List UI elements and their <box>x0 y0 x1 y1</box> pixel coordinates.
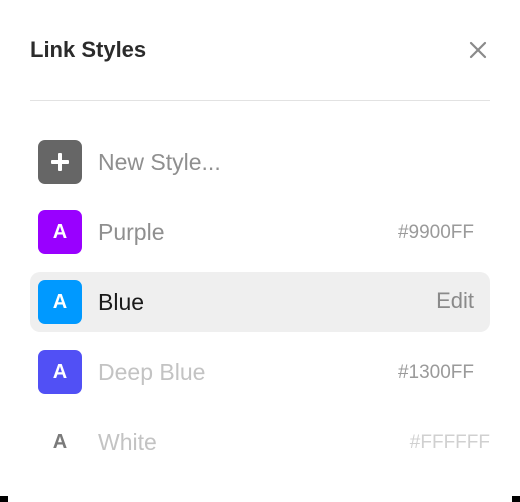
swatch-letter: A <box>52 290 68 313</box>
style-name: White <box>98 429 157 455</box>
style-hex-value: #1300FF <box>397 362 474 383</box>
style-name: Purple <box>98 219 165 245</box>
link-styles-panel: Link Styles New Style... A Purple #9900F… <box>0 0 520 502</box>
style-row-deep-blue[interactable]: A Deep Blue #1300FF <box>30 342 490 402</box>
link-style-list: New Style... A Purple #9900FF A Blue Edi… <box>30 132 490 482</box>
style-row-purple[interactable]: A Purple #9900FF <box>30 202 490 262</box>
swatch-letter: A <box>52 360 68 383</box>
corner-mark-right <box>512 496 520 502</box>
new-style-swatch <box>38 140 82 184</box>
style-swatch-white: A <box>38 420 82 464</box>
style-name: Blue <box>98 289 145 315</box>
style-row-blue[interactable]: A Blue Edit <box>30 272 490 332</box>
panel-header: Link Styles <box>30 30 490 70</box>
close-button[interactable] <box>466 38 490 62</box>
style-swatch-deep-blue: A <box>38 350 82 394</box>
style-hex-value: #FFFFFF <box>409 432 490 453</box>
panel-title: Link Styles <box>30 37 147 62</box>
header-divider <box>30 100 490 101</box>
plus-icon <box>51 153 69 171</box>
style-swatch-blue: A <box>38 280 82 324</box>
swatch-letter: A <box>52 220 68 243</box>
swatch-letter: A <box>52 430 68 453</box>
style-row-white[interactable]: A White #FFFFFF <box>30 412 490 472</box>
close-icon <box>469 41 487 59</box>
new-style-label: New Style... <box>98 149 221 175</box>
style-name: Deep Blue <box>98 359 206 385</box>
style-swatch-purple: A <box>38 210 82 254</box>
new-style-button[interactable]: New Style... <box>30 132 490 192</box>
edit-style-button[interactable]: Edit <box>436 290 474 312</box>
style-hex-value: #9900FF <box>397 222 474 243</box>
corner-mark-left <box>0 496 8 502</box>
